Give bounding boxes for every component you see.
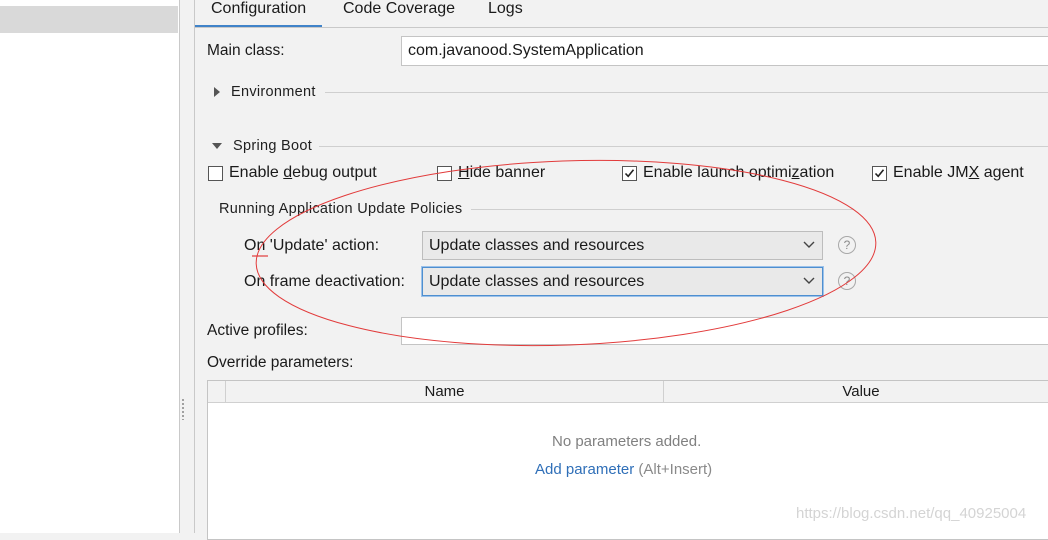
column-header-value[interactable]: Value [664, 381, 1048, 403]
panel-splitter[interactable] [180, 0, 194, 533]
jmx-agent-checkbox[interactable] [872, 166, 887, 181]
environment-section-title[interactable]: Environment [231, 84, 316, 100]
main-class-label: Main class: [207, 42, 285, 59]
add-parameter-shortcut: (Alt+Insert) [638, 461, 713, 478]
question-circle-icon[interactable]: ? [838, 272, 856, 290]
configurations-tree-panel [0, 0, 180, 533]
hide-banner-checkbox[interactable] [437, 166, 452, 181]
tree-selected-item[interactable] [0, 6, 178, 33]
run-configuration-panel: Configuration Code Coverage Logs Main cl… [194, 0, 1048, 540]
tab-code-coverage[interactable]: Code Coverage [327, 0, 471, 28]
on-update-label: On 'Update' action: [244, 237, 380, 254]
active-profiles-label: Active profiles: [207, 322, 308, 339]
chevron-down-icon [803, 277, 815, 284]
on-frame-deactivation-select[interactable]: Update classes and resources [422, 267, 823, 296]
collapsed-arrow-icon[interactable] [214, 87, 220, 97]
check-icon [874, 169, 885, 178]
tab-divider [195, 27, 1048, 28]
expanded-arrow-icon[interactable] [212, 143, 222, 149]
tab-configuration[interactable]: Configuration [195, 0, 323, 28]
check-icon [624, 169, 635, 178]
jmx-agent-label[interactable]: Enable JMX agent [893, 164, 1024, 182]
main-class-field[interactable]: com.javanood.SystemApplication [401, 36, 1048, 66]
on-frame-deactivation-label: On frame deactivation: [244, 273, 405, 290]
override-parameters-label: Override parameters: [207, 354, 354, 371]
spring-boot-separator [319, 146, 1048, 147]
launch-optimization-checkbox[interactable] [622, 166, 637, 181]
question-circle-icon[interactable]: ? [838, 236, 856, 254]
launch-optimization-label[interactable]: Enable launch optimization [643, 164, 834, 182]
on-update-value: Update classes and resources [429, 237, 645, 254]
add-parameter-row: Add parameter (Alt+Insert) [535, 461, 712, 478]
on-frame-value: Update classes and resources [429, 273, 645, 290]
update-policies-separator [471, 209, 853, 210]
empty-table-text: No parameters added. [552, 433, 702, 450]
chevron-down-icon [803, 241, 815, 248]
add-parameter-link[interactable]: Add parameter [535, 461, 634, 478]
update-policies-title: Running Application Update Policies [219, 201, 463, 217]
debug-output-label[interactable]: Enable debug output [229, 164, 377, 182]
tab-logs[interactable]: Logs [472, 0, 539, 28]
row-header-cell [208, 381, 226, 403]
tab-strip: Configuration Code Coverage Logs [195, 0, 1048, 28]
environment-separator [325, 92, 1048, 93]
debug-output-checkbox[interactable] [208, 166, 223, 181]
watermark: https://blog.csdn.net/qq_40925004 [796, 505, 1027, 522]
spring-boot-section-title[interactable]: Spring Boot [233, 138, 312, 154]
splitter-grip-icon[interactable] [181, 398, 185, 420]
column-header-name[interactable]: Name [226, 381, 664, 403]
active-profiles-field[interactable] [401, 317, 1048, 345]
hide-banner-label[interactable]: Hide banner [458, 164, 545, 182]
on-update-select[interactable]: Update classes and resources [422, 231, 823, 260]
